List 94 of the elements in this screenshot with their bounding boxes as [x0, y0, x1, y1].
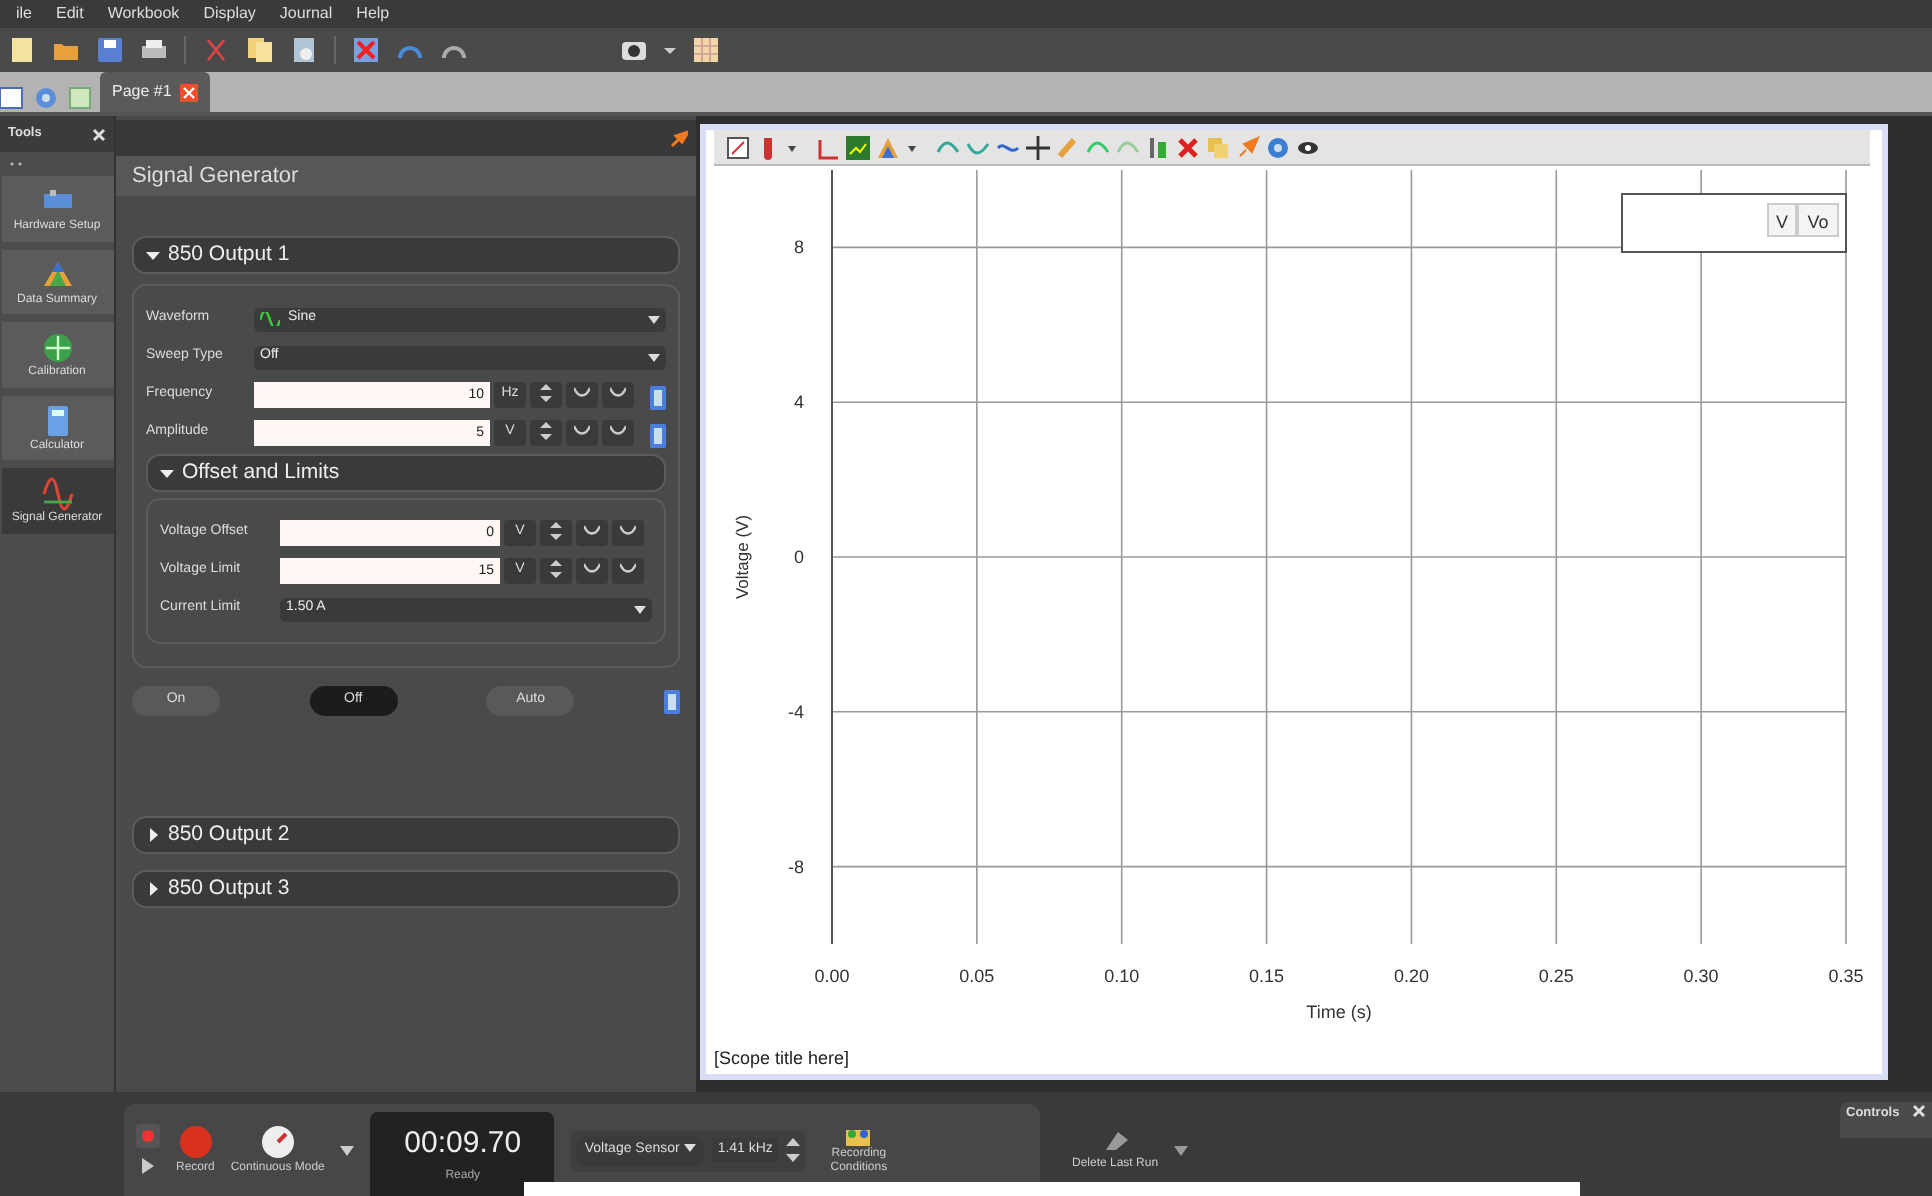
legend-button[interactable]: V [1767, 203, 1797, 237]
axis-icon[interactable] [816, 135, 840, 159]
camera-icon[interactable] [620, 36, 648, 64]
curve-icon [584, 524, 600, 537]
chart-icon[interactable] [846, 135, 870, 159]
curve-icon [584, 562, 600, 575]
axis-title: Time (s) [1306, 1002, 1372, 1022]
step-button[interactable] [602, 420, 634, 446]
delete-icon[interactable] [1176, 135, 1200, 159]
dots-icon [8, 157, 24, 170]
tick-label: 0 [793, 547, 804, 567]
tick-label: 0.25 [1538, 966, 1574, 986]
curve-icon [610, 386, 626, 399]
printer-icon[interactable] [140, 36, 168, 64]
window-icon[interactable] [0, 84, 24, 112]
caret-icon [648, 353, 660, 361]
menu-item[interactable]: Edit [44, 0, 96, 28]
document-icon[interactable] [8, 36, 36, 64]
spinner-button[interactable] [540, 558, 572, 584]
step-button[interactable] [566, 382, 598, 408]
tick-label: -4 [787, 701, 804, 722]
sine-wave-icon [39, 476, 75, 513]
spinner-button[interactable] [530, 420, 562, 446]
menu-item[interactable]: ile [4, 0, 45, 28]
record-toggle-icon[interactable] [136, 1124, 160, 1148]
curve-icon [610, 424, 626, 437]
menu-item[interactable]: Workbook [95, 0, 192, 28]
tick-label: 0.15 [1249, 966, 1285, 986]
crosshair-icon[interactable] [1026, 135, 1050, 159]
spinner-button[interactable] [540, 520, 572, 546]
close-icon[interactable] [1912, 1104, 1926, 1118]
menu-item[interactable]: Display [191, 0, 268, 28]
curve-icon [574, 424, 590, 437]
tick-label: -8 [787, 856, 804, 877]
caret-icon [648, 315, 660, 323]
pin-icon[interactable] [670, 129, 688, 147]
record-icon [177, 1123, 214, 1159]
sine-wave-icon [260, 312, 280, 326]
caret-icon [160, 466, 174, 480]
caret-icon [634, 605, 646, 613]
spinner-icon [550, 560, 562, 579]
grid-icon[interactable] [692, 36, 720, 64]
section-header[interactable]: 850 Output 1 [132, 236, 680, 274]
tick-label: 0.20 [1393, 966, 1429, 986]
tick-label: 4 [793, 392, 804, 413]
spinner-icon [540, 422, 552, 441]
notebook-icon[interactable] [650, 385, 666, 409]
step-button[interactable] [576, 558, 608, 584]
legend-button[interactable]: Vo [1797, 203, 1839, 237]
paste-icon[interactable] [290, 36, 318, 64]
menu-item[interactable]: Journal [267, 0, 345, 28]
menu-item[interactable]: Help [344, 0, 402, 28]
spinner-icon [540, 384, 552, 403]
copy-icon[interactable] [246, 36, 274, 64]
caret-icon [146, 248, 160, 262]
curve-icon [620, 562, 636, 575]
step-button[interactable] [612, 558, 644, 584]
spinner-icon[interactable] [786, 1136, 801, 1164]
curve-icon [574, 386, 590, 399]
tick-label: 0.30 [1683, 966, 1719, 986]
dial-icon [259, 1123, 296, 1159]
scope-title[interactable]: [Scope title here] [714, 1048, 850, 1068]
tick-label: 0.00 [814, 966, 850, 986]
panel-title: Signal Generator [116, 156, 696, 196]
caret-icon[interactable] [340, 1145, 355, 1155]
step-button[interactable] [566, 420, 598, 446]
section-header[interactable]: 850 Output 3 [132, 870, 680, 908]
close-icon[interactable] [92, 127, 106, 141]
page-tab[interactable]: Page #1 [100, 72, 210, 112]
tick-label: 0.35 [1828, 966, 1864, 986]
curve-icon [620, 524, 636, 537]
timer: 00:09.70 [402, 1124, 524, 1165]
spinner-icon [550, 522, 562, 541]
step-button[interactable] [576, 520, 608, 546]
notebook-icon[interactable] [650, 423, 666, 447]
delete-icon[interactable] [352, 36, 380, 64]
tick-label: 0.05 [959, 966, 995, 986]
crosshair-icon [39, 330, 75, 367]
bars-icon[interactable] [1146, 135, 1170, 159]
triangle-icon[interactable] [876, 135, 900, 159]
caret-icon [146, 882, 160, 896]
step-button[interactable] [602, 382, 634, 408]
edit-icon[interactable] [726, 135, 750, 159]
axis-title: Voltage (V) [732, 514, 752, 600]
spinner-button[interactable] [530, 382, 562, 408]
caret-icon [683, 1143, 696, 1152]
caret-icon[interactable] [1174, 1145, 1189, 1155]
step-button[interactable] [612, 520, 644, 546]
tick-label: 0.10 [1104, 966, 1140, 986]
section-header[interactable]: Offset and Limits [146, 454, 666, 492]
section-header[interactable]: 850 Output 2 [132, 816, 680, 854]
caret-icon [146, 828, 160, 842]
notebook-icon[interactable] [663, 689, 680, 713]
tick-label: 8 [793, 237, 804, 258]
